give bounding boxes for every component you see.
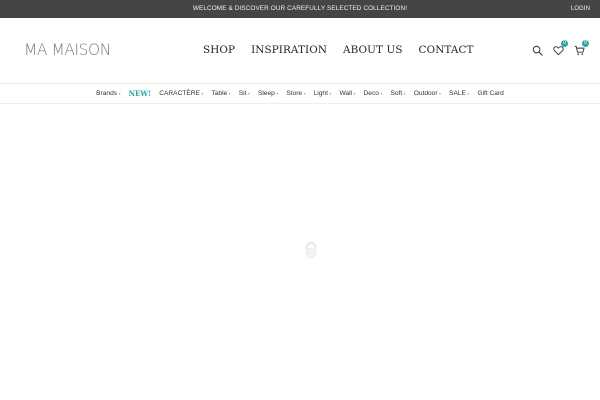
- site-logo[interactable]: MA MAISON: [24, 38, 111, 62]
- category-label: Sit: [238, 90, 247, 97]
- chevron-down-icon: ▾: [353, 91, 356, 96]
- chevron-down-icon: ▾: [247, 91, 250, 96]
- cart-button[interactable]: 0: [570, 40, 589, 59]
- nav-inspiration[interactable]: INSPIRATION: [251, 42, 327, 58]
- category-sleep[interactable]: Sleep ▾: [258, 90, 278, 97]
- category-label: Outdoor: [413, 90, 438, 97]
- main-navigation: SHOP INSPIRATION ABOUT US CONTACT: [203, 42, 474, 58]
- nav-contact[interactable]: CONTACT: [419, 42, 474, 58]
- category-caract-re[interactable]: CARACTÈRE ▾: [159, 90, 203, 97]
- chevron-down-icon: ▾: [467, 91, 470, 96]
- category-outdoor[interactable]: Outdoor ▾: [414, 90, 441, 97]
- category-sit[interactable]: Sit ▾: [239, 90, 250, 97]
- category-label: CARACTÈRE: [159, 90, 200, 97]
- welcome-message: WELCOME & DISCOVER OUR CAREFULLY SELECTE…: [192, 5, 408, 12]
- chevron-down-icon: ▾: [329, 91, 332, 96]
- login-link[interactable]: LOGIN: [571, 0, 590, 18]
- category-wall[interactable]: Wall ▾: [339, 90, 355, 97]
- chevron-down-icon: ▾: [118, 91, 121, 96]
- category-label: Wall: [339, 90, 353, 97]
- category-deco[interactable]: Deco ▾: [364, 90, 383, 97]
- category-label: SALE: [449, 90, 466, 97]
- search-icon: [532, 45, 543, 56]
- chevron-down-icon: ▾: [403, 91, 406, 96]
- category-label: Table: [211, 90, 228, 97]
- chevron-down-icon: ▾: [380, 91, 383, 96]
- chevron-down-icon: ▾: [276, 91, 279, 96]
- category-label: Deco: [363, 90, 379, 97]
- search-button[interactable]: [528, 41, 546, 59]
- chevron-down-icon: ▾: [228, 91, 231, 96]
- category-light[interactable]: Light ▾: [314, 90, 332, 97]
- category-label: Gift Card: [477, 90, 504, 97]
- announcement-bar: WELCOME & DISCOVER OUR CAREFULLY SELECTE…: [0, 0, 600, 18]
- category-label: NEW!: [128, 89, 152, 98]
- category-soft[interactable]: Soft ▾: [390, 90, 405, 97]
- cart-count-badge: 0: [582, 40, 589, 47]
- category-new[interactable]: NEW!: [129, 89, 152, 98]
- category-gift-card[interactable]: Gift Card: [477, 90, 503, 97]
- category-label: Soft: [390, 90, 403, 97]
- nav-shop[interactable]: SHOP: [203, 42, 235, 58]
- site-header: MA MAISON SHOP INSPIRATION ABOUT US CONT…: [0, 18, 600, 84]
- nav-about-us[interactable]: ABOUT US: [343, 42, 403, 58]
- category-brands[interactable]: Brands ▾: [96, 90, 120, 97]
- header-tools: 0 0: [525, 40, 589, 59]
- category-label: Brands: [96, 90, 118, 97]
- category-table[interactable]: Table ▾: [211, 90, 230, 97]
- loading-spinner-icon: [305, 241, 317, 259]
- category-label: Light: [313, 90, 328, 97]
- category-label: Sleep: [257, 90, 275, 97]
- wishlist-button[interactable]: 0: [549, 40, 568, 59]
- category-store[interactable]: Store ▾: [286, 90, 305, 97]
- chevron-down-icon: ▾: [439, 91, 442, 96]
- wishlist-count-badge: 0: [561, 40, 568, 47]
- category-label: Store: [286, 90, 303, 97]
- chevron-down-icon: ▾: [303, 91, 306, 96]
- category-sale[interactable]: SALE ▾: [449, 90, 469, 97]
- category-navigation: Brands ▾ NEW! CARACTÈRE ▾ Table ▾ Sit ▾ Sleep ▾ Sto…: [0, 84, 600, 104]
- chevron-down-icon: ▾: [201, 91, 204, 96]
